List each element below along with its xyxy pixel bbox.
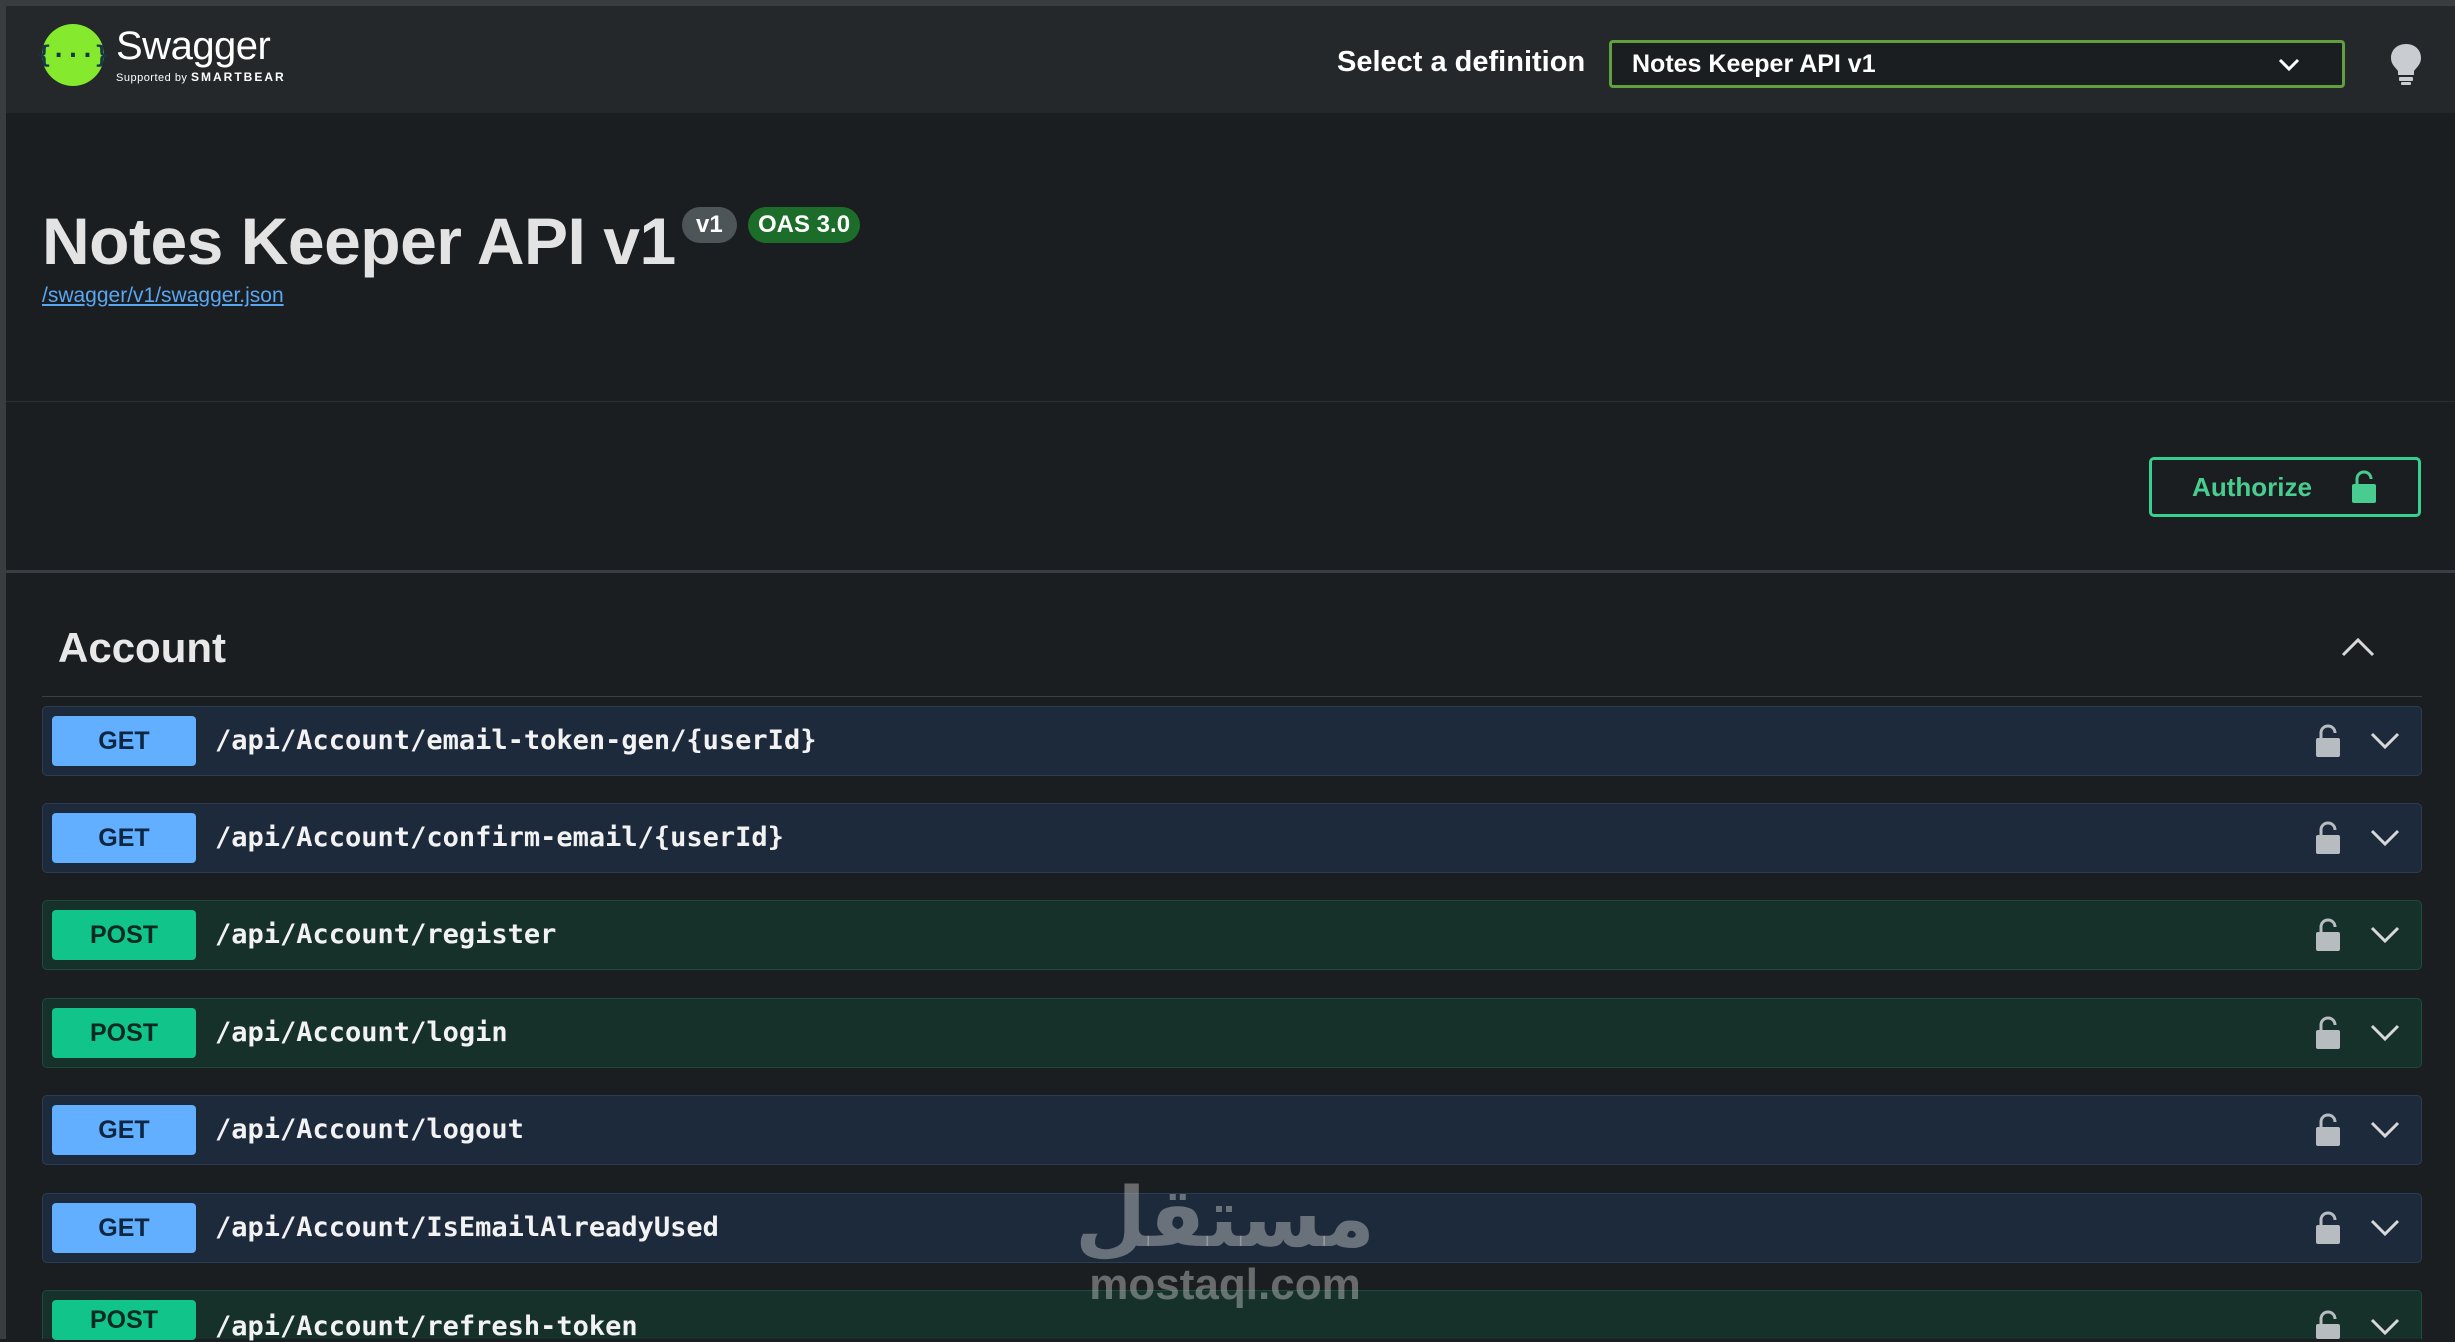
operation-row[interactable]: GET /api/Account/email-token-gen/{userId… [42,706,2422,776]
method-badge: GET [52,813,196,863]
lock-icon[interactable] [2313,1309,2343,1339]
watermark-domain: mostaql.com [1089,1260,1361,1309]
page-title: Notes Keeper API v1 [42,204,676,278]
divider [6,570,2455,573]
chevron-down-icon[interactable] [2369,921,2401,947]
tag-section-account[interactable]: Account [42,600,2422,697]
lock-icon[interactable] [2313,1210,2343,1246]
operation-path: /api/Account/email-token-gen/{userId} [215,725,817,756]
watermark-arabic: مستقل [1075,1171,1375,1266]
tag-name: Account [58,624,226,671]
operation-path: /api/Account/logout [215,1114,524,1145]
method-badge: GET [52,1203,196,1253]
spec-link[interactable]: /swagger/v1/swagger.json [42,284,284,308]
operation-path: /api/Account/IsEmailAlreadyUsed [215,1212,719,1243]
method-badge: POST [52,1008,196,1058]
oas-badge: OAS 3.0 [748,207,861,243]
operation-path: /api/Account/register [215,919,557,950]
swagger-logo[interactable]: {···} Swagger Supported by SMARTBEAR [37,24,286,86]
lock-icon[interactable] [2313,1015,2343,1051]
definition-label: Select a definition [1337,46,1586,78]
lightbulb-icon[interactable] [2388,42,2424,86]
lock-icon[interactable] [2313,820,2343,856]
chevron-down-icon[interactable] [2369,1116,2401,1142]
lock-icon[interactable] [2313,723,2343,759]
chevron-up-icon[interactable] [2340,634,2376,658]
watermark: مستقل mostaql.com [1075,1178,1375,1310]
top-bar: {···} Swagger Supported by SMARTBEAR Sel… [6,6,2455,113]
logo-name: Swagger [116,24,271,68]
lock-icon[interactable] [2313,1112,2343,1148]
operation-row[interactable]: GET /api/Account/logout [42,1095,2422,1165]
authorize-label: Authorize [2192,471,2312,502]
operation-path: /api/Account/login [215,1017,508,1048]
method-badge: GET [52,1105,196,1155]
operation-path: /api/Account/refresh-token [215,1311,638,1342]
divider [6,401,2455,402]
method-badge: GET [52,716,196,766]
definition-select[interactable]: Notes Keeper API v1 [1609,40,2345,88]
version-badge: v1 [682,207,737,243]
logo-sub-prefix: Supported by [116,72,188,84]
definition-selected-value: Notes Keeper API v1 [1632,49,1876,78]
method-badge: POST [52,910,196,960]
chevron-down-icon[interactable] [2369,1214,2401,1240]
operation-row[interactable]: GET /api/Account/confirm-email/{userId} [42,803,2422,873]
logo-sub-brand: SMARTBEAR [191,70,286,84]
chevron-down-icon[interactable] [2369,1313,2401,1339]
chevron-down-icon[interactable] [2369,727,2401,753]
authorize-button[interactable]: Authorize [2149,457,2421,517]
lock-icon[interactable] [2313,917,2343,953]
unlock-icon [2351,470,2376,503]
operation-row[interactable]: POST /api/Account/register [42,900,2422,970]
chevron-down-icon[interactable] [2369,824,2401,850]
chevron-down-icon[interactable] [2369,1019,2401,1045]
operation-row[interactable]: POST /api/Account/login [42,998,2422,1068]
swagger-logo-icon: {···} [37,24,109,86]
method-badge: POST [52,1300,196,1340]
chevron-down-icon [2278,58,2300,72]
operation-path: /api/Account/confirm-email/{userId} [215,822,784,853]
